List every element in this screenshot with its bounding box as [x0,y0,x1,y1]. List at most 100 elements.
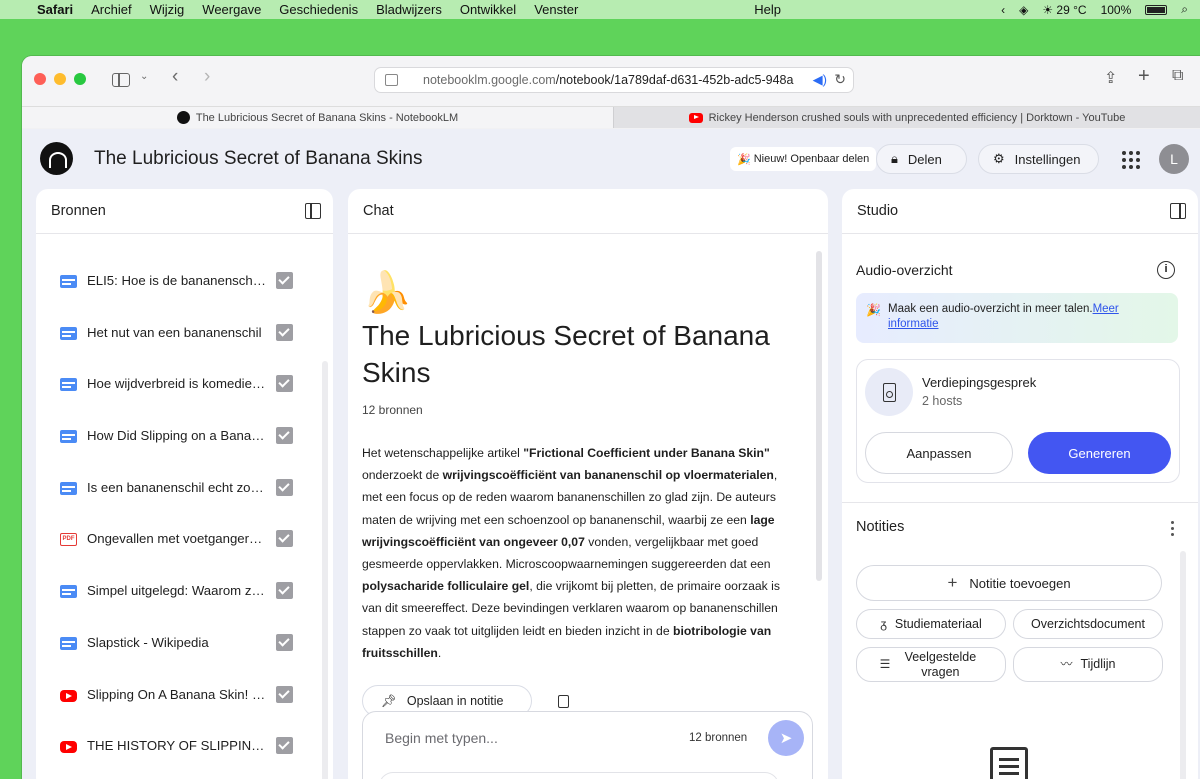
source-checkbox[interactable] [276,479,293,496]
notebook-summary-title: The Lubricious Secret of Banana Skins [362,320,770,388]
source-checkbox[interactable] [276,272,293,289]
tab-notebooklm[interactable]: The Lubricious Secret of Banana Skins - … [22,107,613,128]
minimize-window-button[interactable] [54,73,66,85]
menu-help[interactable]: Help [745,2,790,17]
save-note-label: Opslaan in notitie [406,694,504,708]
list-item[interactable]: Simpel uitgelegd: Waarom zijn bananensch… [36,576,333,606]
tab-youtube[interactable]: Rickey Henderson crushed souls with unpr… [613,107,1200,128]
apps-grid-icon[interactable] [1122,151,1140,169]
back-arrow-icon[interactable]: ‹ [172,66,178,88]
zoom-window-button[interactable] [74,73,86,85]
chat-input-placeholder[interactable]: Begin met typen... [385,730,498,746]
collapse-panel-icon[interactable] [305,203,321,219]
menu-wijzig[interactable]: Wijzig [141,2,194,17]
source-label: Is een bananenschil echt zo glad? [87,480,267,495]
chevron-down-icon[interactable]: ⌄ [140,71,148,82]
page-menu-icon[interactable] [385,74,398,86]
notebook-title[interactable]: The Lubricious Secret of Banana Skins [94,148,422,170]
list-item[interactable]: PDF Ongevallen met voetgangers en banane… [36,524,333,554]
address-bar[interactable]: notebooklm.google.com/notebook/1a789daf-… [374,67,854,93]
share-icon[interactable]: ⇪ [1104,68,1117,88]
timeline-button[interactable]: 〰 Tijdlijn [1013,647,1163,682]
generate-button[interactable]: Genereren [1028,432,1171,474]
briefing-doc-button[interactable]: Overzichtsdocument [1013,609,1163,639]
list-item[interactable]: THE HISTORY OF SLIPPING ON A BANANA PEEL [36,731,333,761]
url-path: /notebook/1a789daf-d631-452b-adc5-948a [555,73,794,87]
info-icon[interactable]: i [1157,261,1175,279]
close-window-button[interactable] [34,73,46,85]
plus-icon: + [947,573,958,592]
chat-panel: Chat 🍌 The Lubricious Secret of Banana S… [348,189,828,779]
source-checkbox[interactable] [276,375,293,392]
list-item[interactable]: Hoe wijdverbreid is komedie met bananens… [36,369,333,399]
share-label: Delen [907,151,942,167]
source-label: ELI5: Hoe is de bananenschil glad? [87,273,267,288]
new-public-share-badge[interactable]: 🎉 Nieuw! Openbaar delen [730,147,877,171]
spotlight-search-icon[interactable]: ⌕ [1181,2,1188,17]
menu-geschiedenis[interactable]: Geschiedenis [270,2,367,17]
source-checkbox[interactable] [276,686,293,703]
source-checkbox[interactable] [276,737,293,754]
chevron-left-icon[interactable]: ‹ [1001,3,1005,17]
send-icon[interactable]: ➤ [768,720,804,756]
list-item[interactable]: Is een bananenschil echt zo glad? [36,473,333,503]
chip-label: Tijdlijn [1080,657,1116,671]
collapse-panel-icon[interactable] [1170,203,1186,219]
list-item[interactable]: Slapstick - Wikipedia [36,628,333,658]
list-item[interactable]: Het nut van een bananenschil [36,318,333,348]
audio-card-subtitle: 2 hosts [922,394,963,408]
document-icon [60,275,77,288]
menu-ontwikkel[interactable]: Ontwikkel [451,2,525,17]
timeline-icon: 〰 [1060,657,1073,671]
speaker-icon [865,368,913,416]
add-note-button[interactable]: + Notitie toevoegen [856,565,1162,601]
speaker-icon[interactable]: ◀) [810,72,827,88]
audio-card-title: Verdiepingsgesprek [922,375,1037,390]
source-checkbox[interactable] [276,530,293,547]
menu-venster[interactable]: Venster [525,2,587,17]
settings-button[interactable]: ⚙ Instellingen [978,144,1099,174]
tab-title: Rickey Henderson crushed souls with unpr… [708,111,1126,124]
list-item[interactable]: Slipping On A Banana Skin! | History [36,680,333,710]
list-item[interactable]: ELI5: Hoe is de bananenschil glad? [36,266,333,296]
source-label: Hoe wijdverbreid is komedie met bananens… [87,376,267,391]
source-checkbox[interactable] [276,427,293,444]
copy-icon[interactable] [558,695,569,708]
forward-arrow-icon[interactable]: › [204,66,210,88]
source-checkbox[interactable] [276,634,293,651]
source-checkbox[interactable] [276,582,293,599]
avatar[interactable]: L [1159,144,1189,174]
menu-archief[interactable]: Archief [82,2,140,17]
sources-scrollbar[interactable] [322,361,328,779]
layers-icon[interactable]: ◈ [1019,3,1028,17]
menu-bladwijzers[interactable]: Bladwijzers [367,2,451,17]
banana-emoji-icon: 🍌 [362,271,412,315]
more-options-icon[interactable] [1171,521,1175,536]
chip-label: Overzichtsdocument [1031,616,1145,631]
window-controls [34,73,86,85]
menu-safari[interactable]: Safari [28,2,82,17]
battery-icon[interactable] [1145,4,1168,15]
source-checkbox[interactable] [276,324,293,341]
studio-scrollbar[interactable] [1180,551,1186,779]
menu-weergave[interactable]: Weergave [193,2,270,17]
new-tab-icon[interactable]: + [1138,65,1150,88]
source-label: Simpel uitgelegd: Waarom zijn bananensch… [87,583,267,598]
pdf-icon: PDF [60,533,77,546]
list-item[interactable]: How Did Slipping on a Banana Peel Become… [36,421,333,451]
customize-button[interactable]: Aanpassen [865,432,1013,474]
study-guide-button[interactable]: ᵹ Studiemateriaal [856,609,1006,639]
faq-button[interactable]: ☰ Veelgestelde vragen [856,647,1006,682]
notebooklm-logo-icon[interactable] [40,142,73,175]
source-label: Ongevallen met voetgangers en bananensch… [87,531,267,546]
faq-icon: ☰ [879,657,891,671]
tab-overview-icon[interactable]: ⧉ [1172,67,1183,85]
chat-input-box[interactable]: Begin met typen... 12 bronnen ➤ [362,711,813,779]
weather-status[interactable]: ☀ 29 °C [1042,3,1086,17]
suggestion-box[interactable] [379,772,779,779]
tab-title: The Lubricious Secret of Banana Skins - … [195,111,459,124]
reload-icon[interactable]: ↻ [834,71,846,88]
share-button[interactable]: 🔒︎ Delen [876,144,967,174]
chat-scrollbar[interactable] [816,251,822,581]
sidebar-toggle-icon[interactable] [112,73,130,87]
